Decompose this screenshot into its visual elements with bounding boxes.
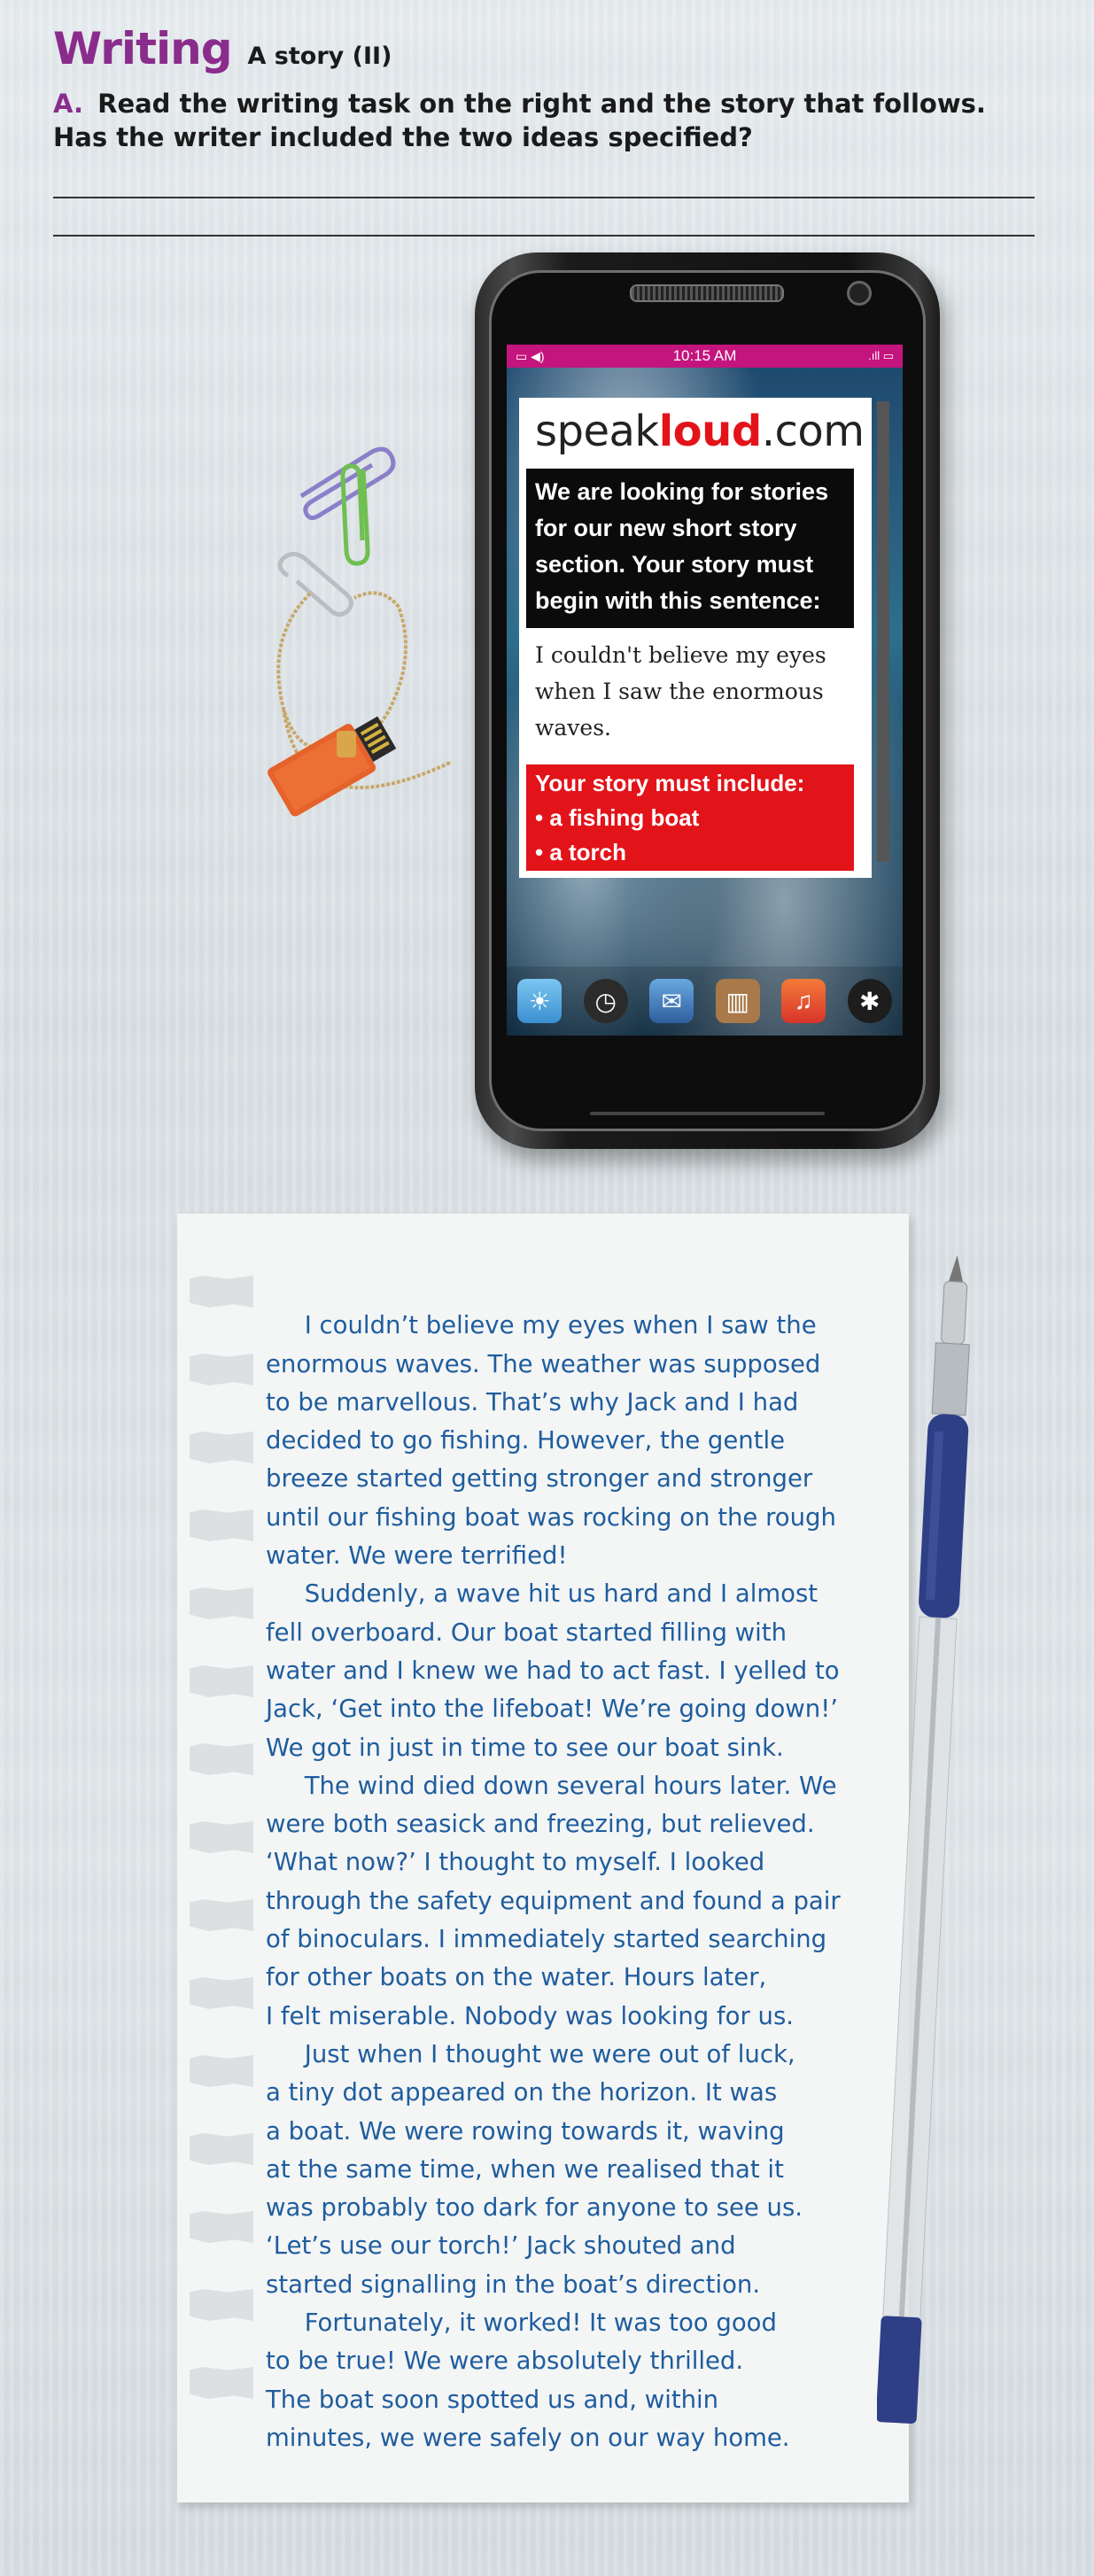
phone-speaker (630, 284, 784, 302)
site-logo-part-1: speak (535, 407, 659, 456)
story-line: of binoculars. I immediately started sea… (266, 1925, 827, 1954)
story-line: at the same time, when we realised that … (266, 2154, 784, 2184)
story-line: water and I knew we had to act fast. I y… (266, 1656, 840, 1685)
answer-line-2[interactable] (53, 235, 1035, 237)
story-line: Jack, ‘Get into the lifeboat! We’re goin… (266, 1695, 838, 1724)
books-icon[interactable]: ▥ (715, 979, 760, 1023)
paperclip-silver-icon (277, 552, 353, 617)
opening-line: waves. (535, 715, 611, 741)
torn-edge (190, 1354, 253, 1385)
torn-edge (190, 1276, 253, 1307)
desk-items-illustration (268, 446, 453, 817)
story-line: a boat. We were rowing towards it, wavin… (266, 2116, 785, 2145)
required-opening-sentence: I couldn't believe my eyes when I saw th… (535, 637, 854, 746)
story-line: through the safety equipment and found a… (266, 1886, 841, 1915)
opening-line: I couldn't believe my eyes (535, 642, 826, 668)
torn-edge (190, 1665, 253, 1697)
story-line: Suddenly, a wave hit us hard and I almos… (266, 1579, 819, 1609)
keyring-icon (337, 731, 356, 757)
site-logo-part-3: .com (761, 407, 865, 456)
story-line: The wind died down several hours later. … (266, 1771, 837, 1800)
ballpoint-pen-icon (877, 1254, 970, 2425)
torn-edge (190, 2211, 253, 2243)
camera-icon (847, 281, 872, 306)
phone-screen: ▭ ◀) 10:15 AM .ıll ▭ speakloud.com We ar… (507, 345, 903, 1036)
brief-line: section. Your story must (535, 551, 814, 578)
torn-edge (190, 1432, 253, 1463)
requirement-item: • a torch (535, 839, 627, 865)
story-line: water. We were terrified! (266, 1541, 568, 1571)
story-line: fell overboard. Our boat started filling… (266, 1618, 788, 1647)
story-line: I felt miserable. Nobody was looking for… (266, 2001, 795, 2030)
story-line: were both seasick and freezing, but reli… (266, 1810, 815, 1839)
torn-edge (190, 2367, 253, 2399)
torn-edge (190, 1743, 253, 1775)
story-line: minutes, we were safely on our way home. (266, 2423, 790, 2452)
requirements-heading: Your story must include: (535, 770, 805, 796)
smartphone: ▭ ◀) 10:15 AM .ıll ▭ speakloud.com We ar… (475, 252, 940, 1149)
site-logo-part-2: loud (658, 407, 762, 456)
site-logo[interactable]: speakloud.com (535, 407, 865, 456)
signal-battery-icon: .ıll ▭ (868, 349, 894, 362)
story-line: was probably too dark for anyone to see … (266, 2193, 803, 2223)
phone-chin (590, 1112, 825, 1115)
requirement-item: • a fishing boat (535, 804, 700, 831)
story-line: to be true! We were absolutely thrilled. (266, 2347, 744, 2376)
story-text: I couldn’t believe my eyes when I saw th… (266, 1269, 877, 2496)
brief-line: for our new short story (535, 515, 797, 541)
status-time: 10:15 AM (672, 347, 737, 364)
torn-edge (190, 1899, 253, 1931)
torn-edge (190, 2133, 253, 2165)
story-line: enormous waves. The weather was supposed (266, 1349, 821, 1378)
status-bar: ▭ ◀) 10:15 AM .ıll ▭ (507, 345, 903, 368)
story-line: to be marvellous. That’s why Jack and I … (266, 1387, 799, 1416)
section-subtitle: A story (II) (247, 43, 392, 70)
opening-line: when I saw the enormous (535, 679, 824, 704)
settings-icon[interactable]: ✱ (847, 979, 892, 1023)
clock-icon[interactable]: ◷ (583, 979, 628, 1023)
torn-edge (190, 2055, 253, 2087)
scrollbar[interactable] (877, 401, 889, 862)
story-line: ‘Let’s use our torch!’ Jack shouted and (266, 2231, 736, 2261)
story-line: decided to go fishing. However, the gent… (266, 1426, 786, 1455)
torn-edge (190, 1977, 253, 2009)
notification-icons: ▭ ◀) (516, 348, 545, 363)
story-line: started signalling in the boat’s directi… (266, 2270, 761, 2299)
task-text: Read the writing task on the right and t… (53, 89, 986, 152)
answer-line-1[interactable] (53, 197, 1035, 198)
music-icon[interactable]: ♫ (781, 979, 826, 1023)
torn-edge (190, 1587, 253, 1619)
task-instruction: A. Read the writing task on the right an… (53, 87, 1036, 154)
website-panel[interactable]: speakloud.com We are looking for stories… (519, 398, 872, 878)
requirements-box: Your story must include: • a fishing boa… (526, 764, 854, 871)
competition-brief: We are looking for stories for our new s… (526, 469, 854, 628)
app-dock: ☀ ◷ ✉ ▥ ♫ ✱ (507, 966, 903, 1036)
title-row: Writing A story (II) (53, 23, 1045, 74)
torn-edge (190, 1821, 253, 1853)
story-line: I couldn’t believe my eyes when I saw th… (266, 1311, 817, 1340)
brief-line: begin with this sentence: (535, 587, 821, 614)
task-letter: A. (53, 89, 83, 119)
torn-edge (190, 2289, 253, 2321)
weather-icon[interactable]: ☀ (517, 979, 563, 1023)
exercise-header: Writing A story (II) A. Read the writing… (53, 23, 1045, 154)
story-line: Fortunately, it worked! It was too good (266, 2308, 777, 2338)
paperclip-purple-icon (299, 446, 396, 521)
section-title: Writing (53, 23, 232, 74)
story-line: Just when I thought we were out of luck, (266, 2039, 795, 2068)
story-line: The boat soon spotted us and, within (266, 2385, 719, 2414)
torn-edge (190, 1509, 253, 1541)
story-line: a tiny dot appeared on the horizon. It w… (266, 2078, 778, 2107)
brief-line: We are looking for stories (535, 478, 829, 505)
story-line: until our fishing boat was rocking on th… (266, 1502, 836, 1532)
story-line: for other boats on the water. Hours late… (266, 1963, 767, 1992)
story-line: We got in just in time to see our boat s… (266, 1733, 784, 1762)
mail-icon[interactable]: ✉ (649, 979, 694, 1023)
story-line: breeze started getting stronger and stro… (266, 1464, 813, 1494)
story-line: ‘What now?’ I thought to myself. I looke… (266, 1848, 765, 1877)
